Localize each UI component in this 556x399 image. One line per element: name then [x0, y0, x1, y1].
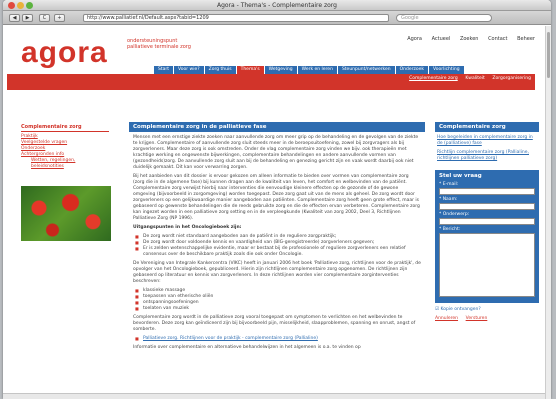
email-label: E-mail: [439, 182, 535, 187]
main-heading: Complementaire zorg in de palliatieve fa… [129, 122, 425, 132]
points-title: Uitgangspunten in het Oncologieboek zijn… [133, 225, 242, 230]
back-button[interactable]: ◀ [9, 14, 20, 22]
links-list: Palliatieve zorg. Richtlijnen voor de pr… [135, 336, 421, 342]
agora-logo[interactable]: agora [21, 36, 108, 70]
copy-label: Kopie ontvangen? [440, 307, 481, 312]
fourth-paragraph: Complementaire zorg wordt in de palliati… [133, 315, 416, 332]
tab-themas[interactable]: Thema's [236, 66, 264, 74]
poppies-photo [21, 186, 111, 241]
vertical-scrollbar[interactable] [545, 26, 551, 399]
second-paragraph: Bij het aanbieden van dit dossier is erv… [133, 174, 420, 221]
left-sidebar: Complementaire zorg Praktijk Veelgesteld… [21, 124, 109, 170]
list-item: toelaten van muziek [135, 306, 421, 312]
fifth-paragraph: Informatie over complementaire en altern… [133, 345, 361, 350]
browser-toolbar: ◀ ▶ C + http://www.palliatief.nl/Default… [3, 11, 551, 25]
window-title: Agora - Thema's - Complementaire zorg [217, 2, 337, 9]
topnav-zoeken[interactable]: Zoeken [460, 36, 479, 42]
subnav-zorgorganisering[interactable]: Zorgorganisering [492, 76, 531, 81]
logo-tagline: ondersteuningspunt palliatieve terminale… [127, 38, 191, 50]
site-header: agora ondersteuningspunt palliatieve ter… [3, 26, 545, 101]
scrollbar-thumb[interactable] [547, 32, 550, 78]
tab-onderzoek[interactable]: Onderzoek [395, 66, 428, 74]
right-heading: Complementaire zorg [435, 122, 539, 132]
web-page: agora ondersteuningspunt palliatieve ter… [3, 26, 551, 399]
sidebar-heading: Complementaire zorg [21, 124, 109, 132]
title-bar: Agora - Thema's - Complementaire zorg [3, 0, 551, 11]
main-content: Complementaire zorg in de palliatieve fa… [129, 122, 425, 354]
tab-werk-en-leren[interactable]: Werk en leren [297, 66, 337, 74]
copy-checkbox[interactable]: ☑ Kopie ontvangen? [435, 307, 539, 312]
tab-voorlichting[interactable]: Voorlichting [428, 66, 464, 74]
subject-field[interactable] [439, 218, 535, 225]
subnav-kwaliteit[interactable]: Kwaliteit [465, 76, 484, 81]
email-field[interactable] [439, 188, 535, 195]
topnav-actueel[interactable]: Actueel [432, 36, 451, 42]
question-form: Stel uw vraag E-mail: Naam: Onderwerp: B… [435, 170, 539, 303]
sub-navigation: Complementaire zorg Kwaliteit Zorgorgani… [403, 75, 531, 81]
right-link-1[interactable]: Hoe begeleiden in complementaire zorg in… [437, 135, 537, 147]
send-button[interactable]: Versturen [466, 316, 488, 321]
sidebar-item-wetten[interactable]: Wetten, regelingen, beleidsnotities [21, 158, 109, 170]
pallialine-link[interactable]: Palliatieve zorg. Richtlijnen voor de pr… [143, 336, 318, 341]
reload-button[interactable]: C [39, 14, 50, 22]
form-title: Stel uw vraag [439, 173, 482, 179]
topnav-contact[interactable]: Contact [488, 36, 507, 42]
tab-zorg-thuis[interactable]: Zorg thuis [204, 66, 236, 74]
tab-start[interactable]: Start [154, 66, 173, 74]
list-item: Er is zelden wetenschappelijke evidentie… [135, 246, 421, 258]
horizontal-scrollbar[interactable] [3, 393, 551, 399]
add-bookmark-button[interactable]: + [54, 14, 65, 22]
tab-wetgeving[interactable]: Wetgeving [264, 66, 297, 74]
search-field[interactable]: Google [396, 14, 492, 22]
main-tabs: Start Voor wie? Zorg thuis Thema's Wetge… [154, 66, 535, 74]
right-sidebar: Complementaire zorg Hoe begeleiden in co… [435, 122, 539, 321]
points-list: De zorg wordt niet standaard aangeboden … [135, 234, 421, 258]
subject-label: Onderwerp: [439, 212, 535, 217]
name-label: Naam: [439, 197, 535, 202]
message-label: Bericht: [439, 227, 535, 232]
address-bar[interactable]: http://www.palliatief.nl/Default.aspx?ta… [83, 14, 389, 22]
tab-voor-wie[interactable]: Voor wie? [174, 66, 204, 74]
top-navigation: Agora Actueel Zoeken Contact Beheer [399, 36, 535, 42]
topnav-agora[interactable]: Agora [407, 36, 422, 42]
tab-steunpunt[interactable]: Steunpunt/netwerken [337, 66, 395, 74]
topnav-beheer[interactable]: Beheer [517, 36, 535, 42]
forward-button[interactable]: ▶ [22, 14, 33, 22]
browser-window: Agora - Thema's - Complementaire zorg ◀ … [3, 0, 551, 399]
right-link-2[interactable]: Richtlijn complementaire zorg (Pallialin… [437, 150, 537, 162]
subnav-complementaire-zorg[interactable]: Complementaire zorg [409, 76, 458, 81]
message-textarea[interactable] [439, 233, 535, 297]
cancel-button[interactable]: Annuleren [435, 316, 458, 321]
logo-tagline-2: palliatieve terminale zorg [127, 44, 191, 50]
name-field[interactable] [439, 203, 535, 210]
form-buttons: Annuleren Versturen [435, 315, 539, 321]
interventions-list: klassieke massage toepassen van etherisc… [135, 288, 421, 312]
third-paragraph: De Vereniging van Integrale Kankercentra… [133, 261, 421, 284]
intro-paragraph: Mensen met een ernstige ziekte zoeken na… [133, 135, 419, 170]
list-item: Palliatieve zorg. Richtlijnen voor de pr… [135, 336, 421, 342]
